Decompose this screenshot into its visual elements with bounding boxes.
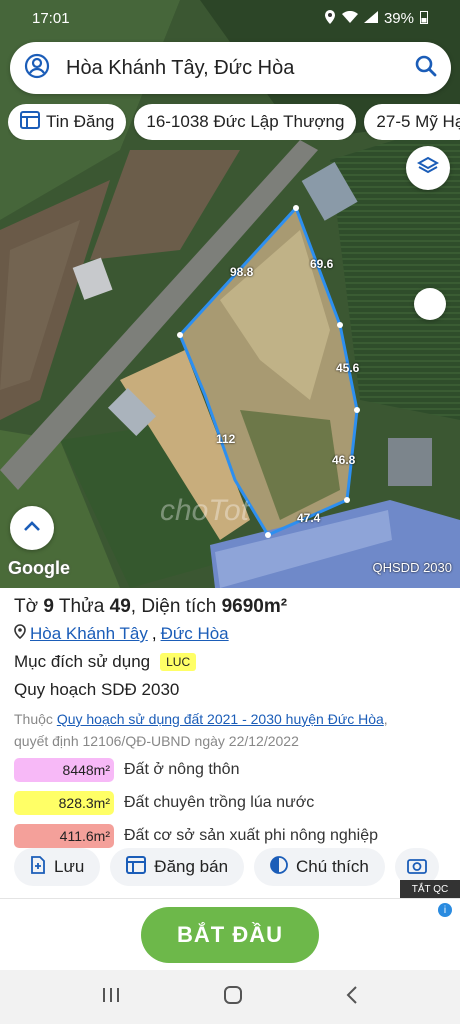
edge-length-label: 112: [216, 432, 236, 446]
parcel-label: Thửa: [58, 596, 105, 617]
back-icon[interactable]: [345, 985, 359, 1010]
legend-label: Đất ở nông thôn: [124, 761, 240, 778]
map-view[interactable]: choTot 17:01 39% Hòa Khánh Tây, Đức Hòa: [0, 0, 460, 588]
area-value: 9690m²: [221, 596, 288, 617]
planning-title: Quy hoạch SDĐ 2030: [14, 680, 180, 699]
close-ad-button[interactable]: TẮT QC: [400, 880, 460, 898]
chip-parcel-2[interactable]: 27-5 Mỹ Hạ: [364, 104, 460, 140]
save-label: Lưu: [54, 857, 85, 876]
chip-label: 16-1038 Đức Lập Thượng: [146, 112, 345, 131]
legend-row: 828.3m² Đất chuyên trồng lúa nước: [14, 791, 446, 815]
action-bar: Lưu Đăng bán Chú thích: [0, 848, 460, 890]
post-sale-button[interactable]: Đăng bán: [110, 848, 245, 886]
status-bar: 17:01 39%: [0, 0, 460, 36]
parcel-address: Hòa Khánh Tây, Đức Hòa: [14, 624, 446, 644]
chip-label: 27-5 Mỹ Hạ: [376, 112, 460, 131]
plan-link[interactable]: Quy hoạch sử dụng đất 2021 - 2030 huyện …: [57, 711, 384, 727]
legend-swatch: 8448m²: [14, 758, 114, 782]
battery-level: 39%: [383, 9, 414, 27]
legend-button-label: Chú thích: [296, 857, 369, 876]
purpose-badge: LUC: [160, 653, 197, 671]
legend-swatch: 828.3m²: [14, 791, 114, 815]
district-link[interactable]: Đức Hòa: [161, 624, 229, 644]
account-icon[interactable]: [24, 53, 50, 84]
edge-length-label: 45.6: [336, 361, 360, 375]
layer-label: QHSDD 2030: [372, 560, 452, 575]
layers-icon: [416, 155, 440, 182]
watermark: choTot: [160, 494, 251, 527]
search-input[interactable]: Hòa Khánh Tây, Đức Hòa: [50, 57, 415, 80]
search-bar[interactable]: Hòa Khánh Tây, Đức Hòa: [10, 42, 451, 94]
area-label: Diện tích: [141, 596, 217, 617]
battery-icon: [420, 10, 428, 27]
purpose-label: Mục đích sử dụng: [14, 652, 151, 671]
filter-chips: Tin Đăng 16-1038 Đức Lập Thượng 27-5 Mỹ …: [8, 104, 460, 140]
location-icon: [324, 9, 336, 27]
chip-tin-dang[interactable]: Tin Đăng: [8, 104, 127, 140]
ad-start-button[interactable]: BẮT ĐẦU: [141, 906, 319, 963]
wifi-icon: [341, 10, 358, 26]
ad-info-icon[interactable]: i: [438, 903, 452, 917]
edge-length-label: 69.6: [310, 257, 334, 271]
legend-button[interactable]: Chú thích: [254, 848, 385, 886]
legend-label: Đất cơ sở sản xuất phi nông nghiệp: [124, 827, 379, 844]
sheet-label: Tờ: [14, 596, 39, 617]
location-pin-icon: [14, 624, 26, 644]
ad-banner: BẮT ĐẦU i: [0, 898, 460, 970]
commune-link[interactable]: Hòa Khánh Tây: [30, 624, 148, 644]
legend-icon: [270, 855, 288, 879]
search-icon[interactable]: [415, 55, 437, 82]
table-icon: [20, 110, 40, 134]
source-prefix: Thuộc: [14, 711, 53, 727]
planning-decision: quyết định 12106/QĐ-UBND ngày 22/12/2022: [14, 733, 299, 749]
home-icon[interactable]: [223, 985, 243, 1010]
listing-icon: [126, 855, 147, 879]
save-icon: [30, 855, 46, 879]
system-nav-bar: [0, 970, 460, 1024]
legend-row: 8448m² Đất ở nông thôn: [14, 758, 446, 782]
chip-parcel-1[interactable]: 16-1038 Đức Lập Thượng: [134, 104, 357, 140]
save-button[interactable]: Lưu: [14, 848, 101, 886]
legend-row: 411.6m² Đất cơ sở sản xuất phi nông nghi…: [14, 824, 446, 848]
parcel-title: Tờ 9 Thửa 49, Diện tích 9690m²: [14, 596, 288, 617]
edge-length-label: 98.8: [230, 265, 254, 279]
google-logo: Google: [8, 558, 70, 578]
sheet-number: 9: [43, 596, 54, 617]
parcel-number: 49: [109, 596, 131, 617]
chevron-up-icon: [23, 519, 41, 537]
post-sale-label: Đăng bán: [154, 857, 229, 876]
expand-sheet-button[interactable]: [10, 506, 54, 550]
planning-source: Thuộc Quy hoạch sử dụng đất 2021 - 2030 …: [14, 711, 388, 727]
chip-label: Tin Đăng: [46, 112, 115, 131]
signal-icon: [363, 10, 378, 26]
status-time: 17:01: [32, 9, 70, 27]
legend-label: Đất chuyên trồng lúa nước: [124, 794, 315, 811]
edge-length-label: 47.4: [297, 511, 321, 525]
legend-swatch: 411.6m²: [14, 824, 114, 848]
purpose-row: Mục đích sử dụng LUC: [14, 652, 446, 672]
side-drag-handle[interactable]: [414, 288, 446, 320]
recent-apps-icon[interactable]: [101, 986, 121, 1009]
land-use-legend: 8448m² Đất ở nông thôn 828.3m² Đất chuyê…: [14, 758, 446, 848]
edge-length-label: 46.8: [332, 453, 356, 467]
layers-button[interactable]: [406, 146, 450, 190]
camera-icon: [406, 856, 427, 879]
